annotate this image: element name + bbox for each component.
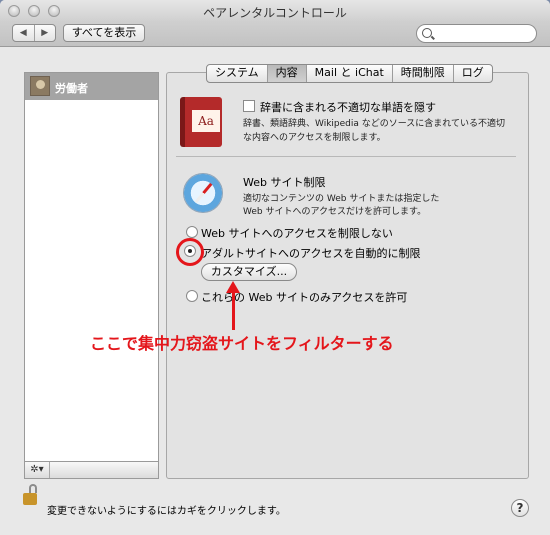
window-title: ペアレンタルコントロール <box>203 6 347 20</box>
show-all-button[interactable]: すべてを表示 <box>63 24 145 42</box>
safari-compass-icon <box>183 173 223 213</box>
annotation-arrow-shaft <box>232 290 235 330</box>
dictionary-description-line1: 辞書、類語辞典、Wikipedia などのソースに含まれている不適切 <box>243 119 506 129</box>
tab-logs[interactable]: ログ <box>452 65 492 82</box>
radio-allowed-sites-only[interactable] <box>186 290 198 302</box>
tab-system[interactable]: システム <box>207 65 267 82</box>
search-icon <box>422 28 432 38</box>
dictionary-book-icon: Aa <box>180 97 222 147</box>
forward-arrow-icon[interactable]: ▶ <box>33 25 56 41</box>
tab-time-limits[interactable]: 時間制限 <box>391 65 453 82</box>
website-description-line1: 適切なコンテンツの Web サイトまたは指定した <box>243 194 440 204</box>
toolbar: ◀ ▶ すべてを表示 <box>0 22 550 47</box>
radio-unrestricted[interactable] <box>186 226 198 238</box>
customize-button[interactable]: カスタマイズ... <box>201 263 297 281</box>
search-field[interactable] <box>416 24 537 43</box>
back-arrow-icon[interactable]: ◀ <box>13 25 34 41</box>
tab-bar: システム 内容 Mail と iChat 時間制限 ログ <box>206 64 493 83</box>
user-avatar <box>30 76 50 96</box>
lock-icon[interactable] <box>23 484 37 505</box>
back-forward-control: ◀ ▶ <box>12 24 56 42</box>
dictionary-description-line2: な内容へのアクセスを制限します。 <box>243 133 386 143</box>
title-bar: ペアレンタルコントロール <box>0 0 550 22</box>
highlight-circle <box>176 238 204 266</box>
parental-controls-window: ペアレンタルコントロール ◀ ▶ すべてを表示 労働者 ✲▾ システム 内容 M… <box>0 0 550 535</box>
radio-limit-adult-sites-label[interactable]: アダルトサイトへのアクセスを自動的に制限 <box>201 245 420 261</box>
hide-profanity-checkbox[interactable] <box>243 100 255 112</box>
dictionary-book-text: Aa <box>192 110 220 132</box>
help-button[interactable]: ? <box>511 499 529 517</box>
gear-menu-icon[interactable]: ✲▾ <box>25 462 50 478</box>
website-description-line2: Web サイトへのアクセスだけを許可します。 <box>243 207 427 217</box>
annotation-text: ここで集中力窃盗サイトをフィルターする <box>90 334 394 353</box>
website-restrictions-heading: Web サイト制限 <box>243 176 326 189</box>
radio-unrestricted-label[interactable]: Web サイトへのアクセスを制限しない <box>201 225 393 241</box>
section-divider <box>176 156 516 157</box>
user-list: 労働者 <box>24 72 159 462</box>
lock-hint-text: 変更できないようにするにはカギをクリックします。 <box>47 506 286 517</box>
hide-profanity-label[interactable]: 辞書に含まれる不適切な単語を隠す <box>260 99 436 115</box>
user-list-footer: ✲▾ <box>24 462 159 479</box>
user-list-item[interactable]: 労働者 <box>25 73 158 100</box>
user-name: 労働者 <box>55 82 88 95</box>
tab-content[interactable]: 内容 <box>266 65 306 82</box>
tab-mail-ichat[interactable]: Mail と iChat <box>305 65 392 82</box>
